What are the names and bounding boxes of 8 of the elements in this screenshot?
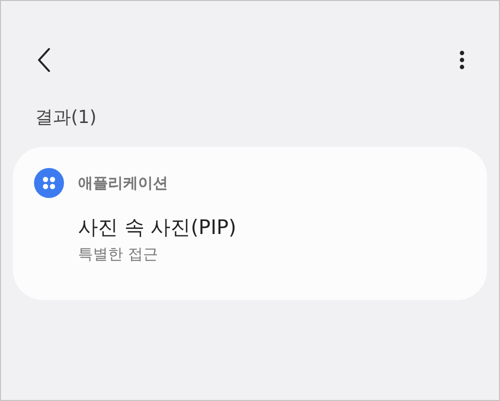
- category-label: 애플리케이션: [78, 174, 168, 192]
- section-title: 결과(1): [35, 107, 98, 129]
- apps-icon: [34, 168, 64, 198]
- result-subtitle: 특별한 접근: [78, 245, 158, 264]
- more-icon: [459, 50, 465, 70]
- chevron-left-icon: [37, 47, 51, 73]
- result-item[interactable]: 사진 속 사진(PIP) 특별한 접근: [78, 214, 487, 264]
- result-title: 사진 속 사진(PIP): [78, 214, 236, 241]
